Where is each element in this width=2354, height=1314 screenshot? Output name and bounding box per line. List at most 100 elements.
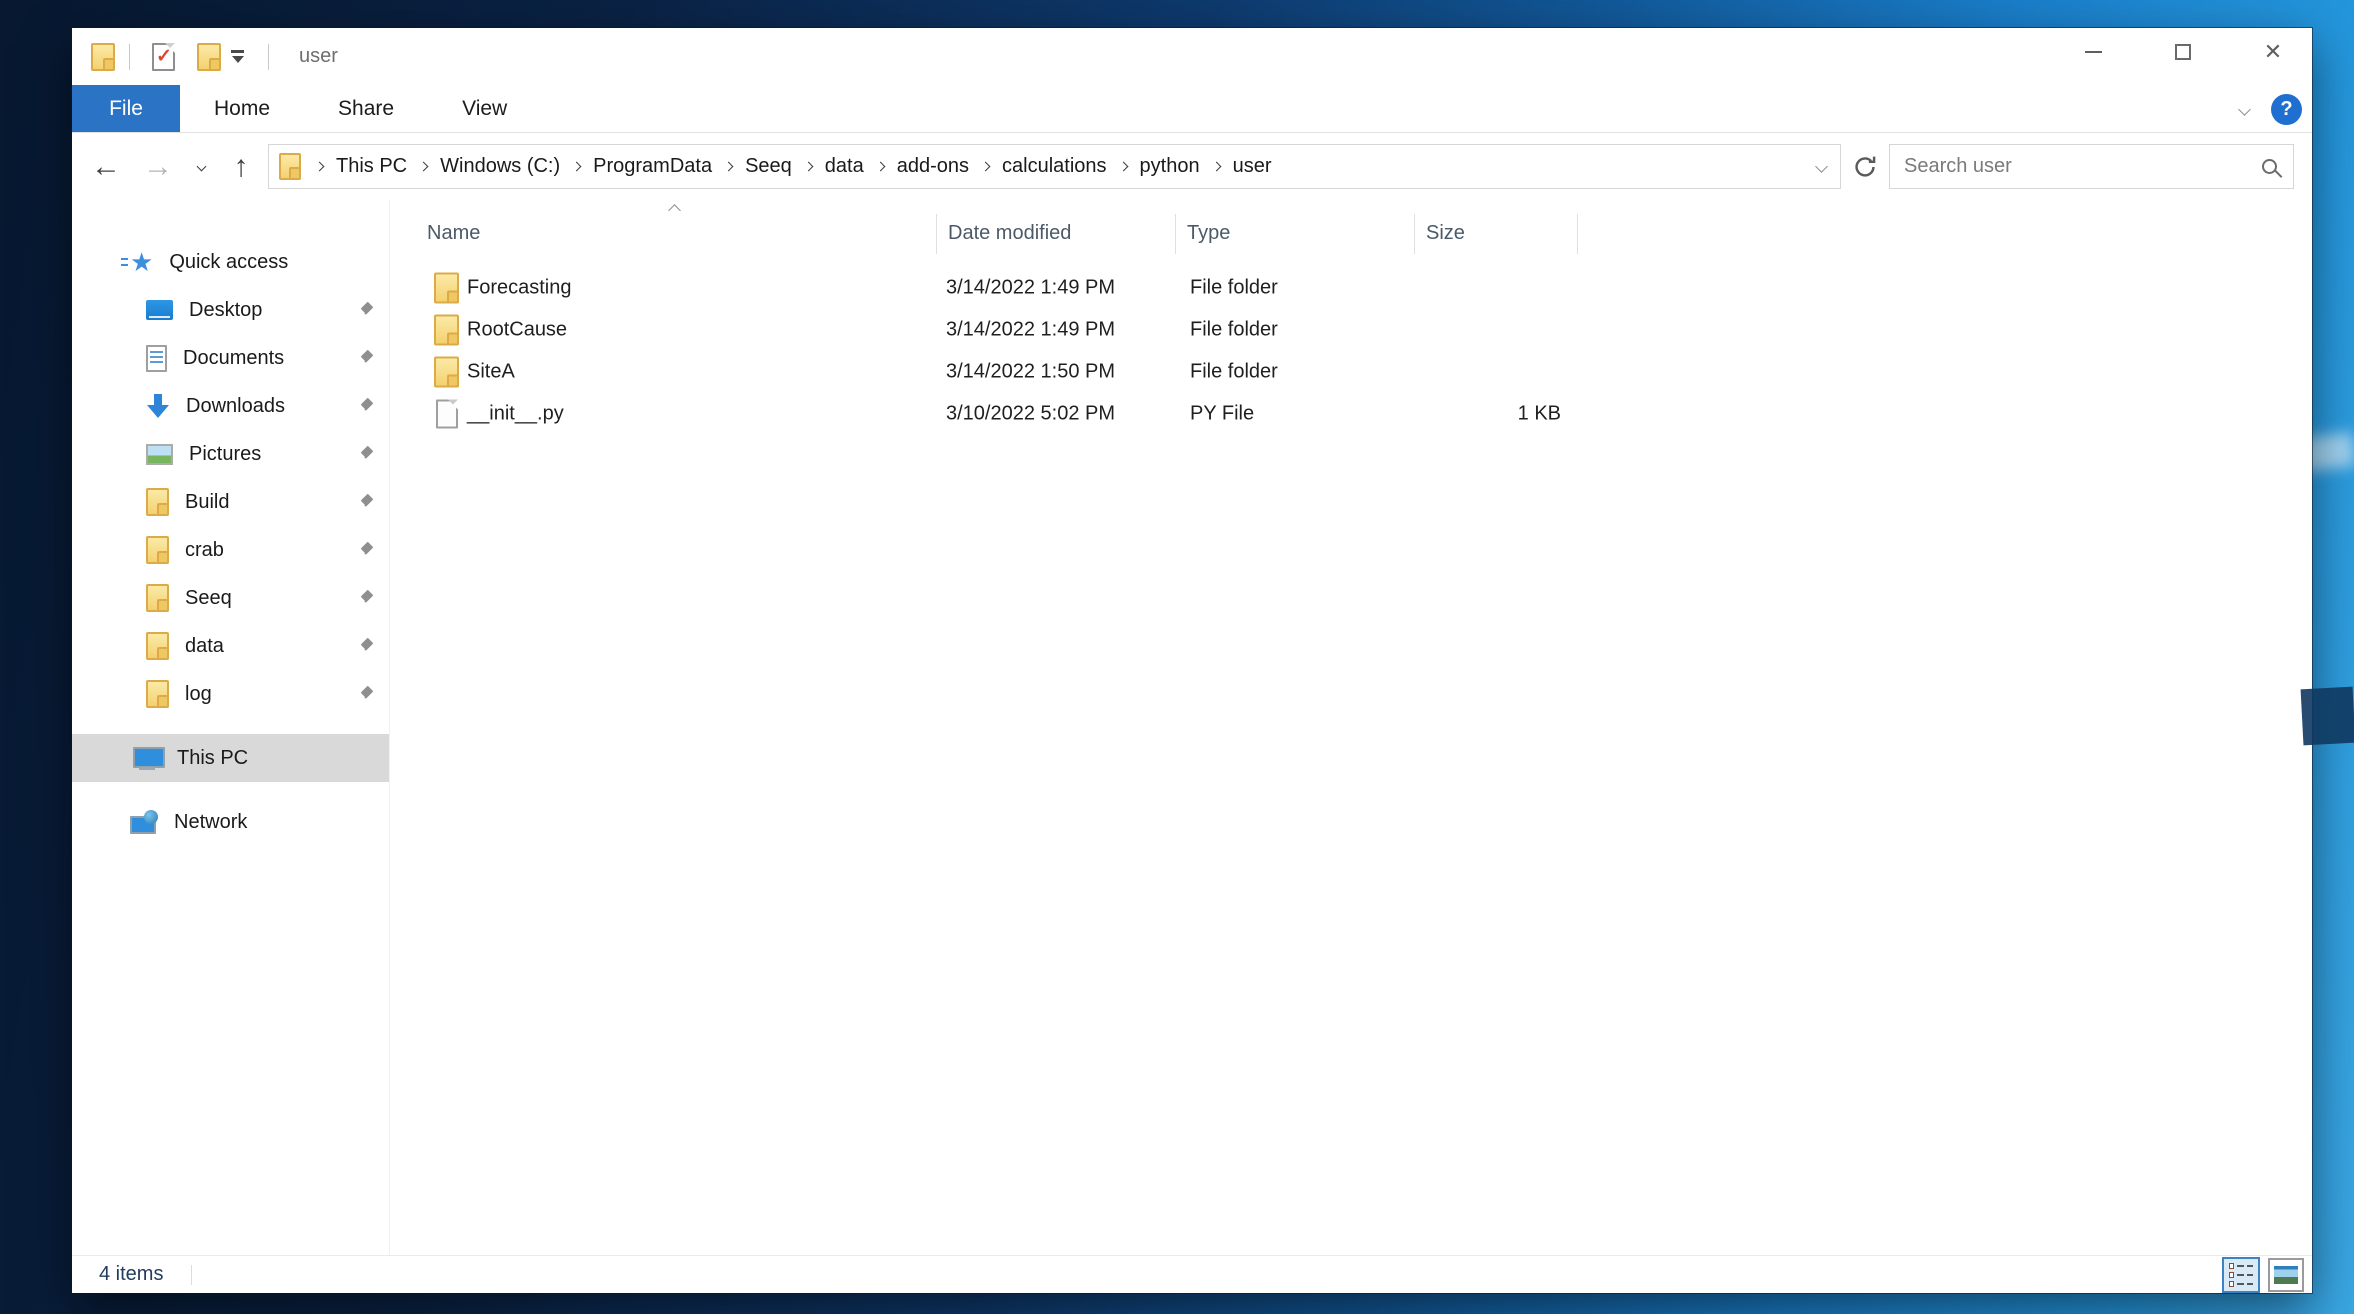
breadcrumb-chevron-icon[interactable] [723, 161, 734, 172]
breadcrumb-item-add-ons[interactable]: add-ons [897, 155, 969, 178]
sidebar-item-data[interactable]: data [72, 622, 389, 670]
table-row-init-py[interactable]: __init__.py 3/10/2022 5:02 PM PY File 1 … [390, 393, 2312, 435]
file-list-pane: Name Date modified Type Size Forecasting… [390, 200, 2312, 1255]
sidebar-item-quick-access[interactable]: Quick access [72, 238, 389, 286]
pictures-icon [146, 443, 173, 465]
breadcrumb-chevron-icon[interactable] [803, 161, 814, 172]
sidebar-item-this-pc[interactable]: This PC [72, 734, 389, 782]
column-divider[interactable] [1175, 214, 1176, 254]
large-icons-view-icon [2274, 1266, 2298, 1284]
expand-ribbon-icon[interactable] [2238, 102, 2251, 116]
close-button[interactable] [2242, 30, 2304, 74]
column-header-date-modified[interactable]: Date modified [948, 222, 1071, 245]
file-size: 1 KB [1517, 402, 1561, 425]
column-divider[interactable] [1414, 214, 1415, 254]
breadcrumb-chevron-icon[interactable] [418, 161, 429, 172]
address-bar[interactable]: This PC Windows (C:) ProgramData Seeq da… [268, 144, 1841, 189]
desktop-icon [146, 300, 173, 320]
tab-file[interactable]: File [72, 85, 180, 132]
file-date-modified: 3/14/2022 1:49 PM [946, 318, 1116, 341]
tab-view[interactable]: View [428, 85, 541, 132]
maximize-button[interactable] [2152, 30, 2214, 74]
large-icons-view-button[interactable] [2268, 1258, 2304, 1292]
navigation-pane: Quick access Desktop Documents Downloads [72, 200, 390, 1255]
sidebar-item-build[interactable]: Build [72, 478, 389, 526]
breadcrumb-item-python[interactable]: python [1140, 155, 1200, 178]
file-date-modified: 3/14/2022 1:50 PM [946, 360, 1116, 383]
sidebar-item-label: Downloads [186, 394, 285, 417]
column-divider[interactable] [936, 214, 937, 254]
sidebar-item-desktop[interactable]: Desktop [72, 286, 389, 334]
table-row-sitea[interactable]: SiteA 3/14/2022 1:50 PM File folder [390, 351, 2312, 393]
sidebar-item-label: This PC [177, 746, 249, 769]
sidebar-item-downloads[interactable]: Downloads [72, 382, 389, 430]
sidebar-item-label: Network [174, 810, 248, 833]
breadcrumb-chevron-icon[interactable] [1211, 161, 1222, 172]
sidebar-item-log[interactable]: log [72, 670, 389, 718]
search-input[interactable] [1904, 155, 2262, 178]
column-header-name[interactable]: Name [427, 222, 480, 245]
search-icon[interactable] [2262, 159, 2277, 174]
new-folder-icon[interactable] [197, 42, 221, 71]
breadcrumb-chevron-icon[interactable] [314, 161, 325, 172]
sidebar-item-label: Build [185, 490, 230, 513]
tab-share[interactable]: Share [304, 85, 428, 132]
minimize-button[interactable] [2062, 30, 2124, 74]
column-header-size[interactable]: Size [1426, 222, 1465, 245]
breadcrumb-item-data[interactable]: data [825, 155, 864, 178]
breadcrumb-item-windows-c[interactable]: Windows (C:) [440, 155, 560, 178]
sidebar-item-documents[interactable]: Documents [72, 334, 389, 382]
back-button[interactable] [80, 143, 132, 191]
sidebar-item-label: Pictures [189, 442, 262, 465]
recent-locations-dropdown[interactable] [184, 143, 218, 191]
customize-quick-access-dropdown-icon[interactable] [231, 50, 244, 63]
properties-icon[interactable] [152, 42, 175, 71]
folder-icon [434, 356, 459, 388]
table-row-rootcause[interactable]: RootCause 3/14/2022 1:49 PM File folder [390, 309, 2312, 351]
sidebar-item-network[interactable]: Network [72, 798, 389, 846]
this-pc-icon [133, 746, 165, 770]
sidebar-item-pictures[interactable]: Pictures [72, 430, 389, 478]
sidebar-item-crab[interactable]: crab [72, 526, 389, 574]
sidebar-item-seeq[interactable]: Seeq [72, 574, 389, 622]
breadcrumb-item-this-pc[interactable]: This PC [336, 155, 407, 178]
file-explorer-window: user File Home Share View [72, 28, 2312, 1293]
up-button[interactable] [218, 143, 264, 191]
refresh-button[interactable] [1841, 144, 1889, 189]
window-title: user [299, 45, 338, 67]
address-history-dropdown-icon[interactable] [1815, 160, 1828, 173]
file-date-modified: 3/14/2022 1:49 PM [946, 276, 1116, 299]
help-icon[interactable] [2271, 93, 2302, 125]
folder-icon [434, 272, 459, 304]
maximize-icon [2175, 44, 2191, 60]
forward-button[interactable] [132, 143, 184, 191]
breadcrumb-item-calculations[interactable]: calculations [1002, 155, 1107, 178]
table-row-forecasting[interactable]: Forecasting 3/14/2022 1:49 PM File folde… [390, 267, 2312, 309]
breadcrumb-chevron-icon[interactable] [571, 161, 582, 172]
breadcrumb-item-user[interactable]: user [1233, 155, 1272, 178]
breadcrumb-item-programdata[interactable]: ProgramData [593, 155, 712, 178]
file-name: SiteA [467, 360, 515, 383]
breadcrumb-chevron-icon[interactable] [875, 161, 886, 172]
breadcrumb-chevron-icon[interactable] [980, 161, 991, 172]
folder-icon [146, 536, 169, 564]
titlebar[interactable]: user [72, 28, 2312, 85]
file-date-modified: 3/10/2022 5:02 PM [946, 402, 1116, 425]
divider [129, 43, 130, 70]
column-divider[interactable] [1577, 214, 1578, 254]
divider [191, 1265, 192, 1285]
breadcrumb-chevron-icon[interactable] [1118, 161, 1128, 172]
pin-icon [355, 637, 373, 655]
pin-icon [355, 493, 373, 511]
details-view-button[interactable] [2222, 1257, 2260, 1293]
column-header-type[interactable]: Type [1187, 222, 1230, 245]
folder-icon [434, 314, 459, 346]
folder-icon [146, 488, 169, 516]
breadcrumb-item-seeq[interactable]: Seeq [745, 155, 792, 178]
file-name: RootCause [467, 318, 568, 341]
pin-icon [355, 445, 373, 463]
tab-home[interactable]: Home [180, 85, 304, 132]
python-file-icon [436, 399, 458, 429]
folder-icon [146, 584, 169, 612]
